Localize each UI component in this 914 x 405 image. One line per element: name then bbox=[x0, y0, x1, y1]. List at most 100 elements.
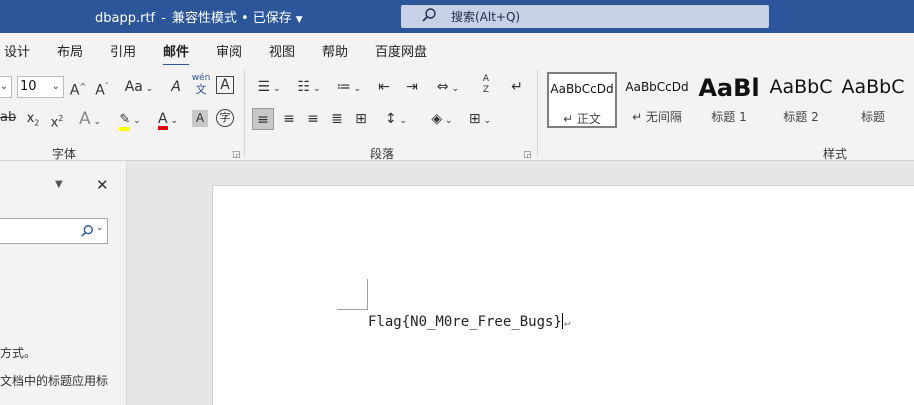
document-mode: 兼容性模式 • 已保存 bbox=[171, 11, 292, 26]
font-color-icon: A bbox=[158, 112, 168, 130]
justify-button[interactable]: ≣ bbox=[326, 108, 348, 130]
tab-design[interactable]: 设计 bbox=[4, 41, 30, 60]
increase-indent-icon: ⇥ bbox=[406, 79, 418, 95]
ribbon-tabs: 设计 布局 引用 邮件 审阅 视图 帮助 百度网盘 bbox=[0, 33, 914, 67]
close-icon[interactable]: ✕ bbox=[96, 176, 109, 194]
multilevel-list-icon: ≔ bbox=[336, 79, 351, 95]
paragraph-group-label: 段落 bbox=[370, 147, 395, 161]
enclose-characters-icon: 字 bbox=[219, 111, 231, 124]
style-name: ↵ 正文 bbox=[563, 112, 601, 126]
style-sample: AaBbCcDd bbox=[550, 82, 614, 96]
sort-button[interactable]: AZ bbox=[474, 74, 498, 100]
style-title[interactable]: AaBbC 标题 bbox=[838, 72, 908, 128]
tab-references[interactable]: 引用 bbox=[110, 41, 136, 60]
clear-formatting-icon: A bbox=[171, 79, 181, 95]
font-color-button[interactable]: A ⌄ bbox=[152, 108, 184, 130]
tab-mailings[interactable]: 邮件 bbox=[163, 41, 190, 67]
ribbon: ⌄ 10 ⌄ A^ Aˇ Aa ⌄ A wén 文 A ab x2 x2 A ⌄ ✎… bbox=[0, 65, 914, 161]
search-placeholder: 搜索(Alt+Q) bbox=[451, 10, 521, 24]
font-dialog-launcher-icon[interactable]: ◲ bbox=[232, 150, 241, 160]
style-sample: AaBbCcDd bbox=[625, 80, 689, 94]
center-button[interactable]: ≡ bbox=[278, 108, 300, 130]
character-border-button[interactable]: A bbox=[216, 76, 234, 94]
change-case-button[interactable]: Aa ⌄ bbox=[122, 76, 156, 98]
line-spacing-button[interactable]: ↕ ⌄ bbox=[380, 108, 412, 130]
subscript-button[interactable]: x2 bbox=[24, 108, 42, 130]
change-case-icon: Aa bbox=[124, 79, 143, 95]
group-divider bbox=[537, 69, 538, 157]
document-title[interactable]: dbapp.rtf - 兼容性模式 • 已保存 ▼ bbox=[95, 7, 303, 26]
distributed-button[interactable]: ⊞ bbox=[350, 108, 372, 130]
enclose-characters-button[interactable]: 字 bbox=[216, 109, 234, 127]
highlight-color-button[interactable]: ✎ ⌄ bbox=[114, 108, 146, 131]
paragraph-dialog-launcher-icon[interactable]: ◲ bbox=[523, 150, 532, 160]
style-heading-1[interactable]: AaBl 标题 1 bbox=[694, 72, 764, 128]
text-effects-icon: A bbox=[78, 109, 91, 129]
style-name: 标题 1 bbox=[711, 110, 747, 124]
font-group-label: 字体 bbox=[52, 147, 77, 161]
chinese-layout-icon: ⇔ bbox=[436, 79, 449, 95]
text-effects-button[interactable]: A ⌄ bbox=[74, 108, 106, 130]
style-name: 标题 bbox=[860, 110, 885, 124]
shrink-font-button[interactable]: Aˇ bbox=[92, 76, 112, 99]
phonetic-guide-button[interactable]: wén 文 bbox=[190, 73, 212, 101]
title-bar: dbapp.rtf - 兼容性模式 • 已保存 ▼ 搜索(Alt+Q) bbox=[0, 0, 914, 33]
font-name-combo[interactable]: ⌄ bbox=[0, 76, 12, 98]
borders-button[interactable]: ⊞ ⌄ bbox=[464, 108, 496, 130]
pane-options-chevron-icon[interactable]: ▼ bbox=[55, 179, 63, 190]
shading-button[interactable]: ◈ ⌄ bbox=[426, 108, 458, 130]
align-left-icon: ≡ bbox=[257, 112, 269, 128]
tab-help[interactable]: 帮助 bbox=[322, 41, 348, 60]
character-shading-button[interactable]: A bbox=[192, 110, 208, 127]
increase-indent-button[interactable]: ⇥ bbox=[401, 76, 423, 98]
show-paragraph-marks-button[interactable]: ↵ bbox=[506, 76, 528, 98]
highlighter-icon: ✎ bbox=[119, 113, 131, 131]
sort-icon: AZ bbox=[482, 74, 490, 95]
decrease-indent-button[interactable]: ⇤ bbox=[373, 76, 395, 98]
tab-layout[interactable]: 布局 bbox=[57, 41, 83, 60]
style-sample: AaBbC bbox=[769, 76, 833, 98]
tab-review[interactable]: 审阅 bbox=[216, 41, 242, 60]
document-paragraph[interactable]: Flag{N0_M0re_Free_Bugs} ↵ bbox=[368, 313, 571, 330]
chinese-layout-button[interactable]: ⇔ ⌄ bbox=[432, 76, 464, 98]
font-size-combo[interactable]: 10 ⌄ bbox=[17, 76, 64, 98]
paragraph-mark-icon: ↵ bbox=[511, 79, 523, 95]
style-no-spacing[interactable]: AaBbCcDd ↵ 无间隔 bbox=[622, 72, 692, 128]
margin-corner-mark bbox=[337, 309, 367, 310]
align-center-icon: ≡ bbox=[283, 111, 295, 127]
chevron-down-icon: ⌄ bbox=[51, 81, 60, 92]
numbering-button[interactable]: ☷ ⌄ bbox=[292, 76, 326, 98]
character-border-icon: A bbox=[220, 77, 230, 93]
style-heading-2[interactable]: AaBbC 标题 2 bbox=[766, 72, 836, 128]
style-normal[interactable]: AaBbCcDd ↵ 正文 bbox=[547, 72, 617, 128]
tab-baidu-netdisk[interactable]: 百度网盘 bbox=[375, 41, 427, 60]
strikethrough-button[interactable]: ab bbox=[0, 107, 16, 129]
clear-formatting-button[interactable]: A bbox=[166, 76, 186, 98]
bullet-list-icon: ☰ bbox=[257, 79, 271, 95]
paragraph-mark: ↵ bbox=[563, 316, 571, 329]
style-name: 标题 2 bbox=[783, 110, 819, 124]
search-icon bbox=[422, 8, 436, 22]
line-spacing-icon: ↕ bbox=[384, 111, 397, 127]
align-left-button[interactable]: ≡ bbox=[252, 108, 274, 130]
multilevel-list-button[interactable]: ≔ ⌄ bbox=[332, 76, 366, 98]
grow-font-button[interactable]: A^ bbox=[68, 76, 88, 99]
document-page[interactable]: Flag{N0_M0re_Free_Bugs} ↵ bbox=[212, 185, 914, 405]
numbered-list-icon: ☷ bbox=[297, 79, 311, 95]
character-shading-icon: A bbox=[195, 111, 205, 125]
superscript-button[interactable]: x2 bbox=[48, 108, 66, 130]
shrink-font-icon: A bbox=[95, 82, 105, 99]
phonetic-guide-char: 文 bbox=[195, 83, 207, 96]
bullets-button[interactable]: ☰ ⌄ bbox=[252, 76, 286, 98]
grow-font-icon: A bbox=[69, 82, 80, 99]
align-right-button[interactable]: ≡ bbox=[302, 108, 324, 130]
search-box[interactable]: 搜索(Alt+Q) bbox=[401, 5, 769, 28]
strikethrough-icon: ab bbox=[0, 110, 17, 125]
chevron-down-icon[interactable]: ⌄ bbox=[96, 223, 104, 233]
chevron-down-icon[interactable]: ▼ bbox=[296, 15, 303, 25]
search-icon bbox=[81, 225, 93, 237]
justify-icon: ≣ bbox=[331, 111, 343, 127]
navigation-search-input[interactable]: ⌄ bbox=[0, 218, 108, 244]
tab-view[interactable]: 视图 bbox=[269, 41, 295, 60]
chevron-down-icon: ⌄ bbox=[0, 81, 8, 92]
